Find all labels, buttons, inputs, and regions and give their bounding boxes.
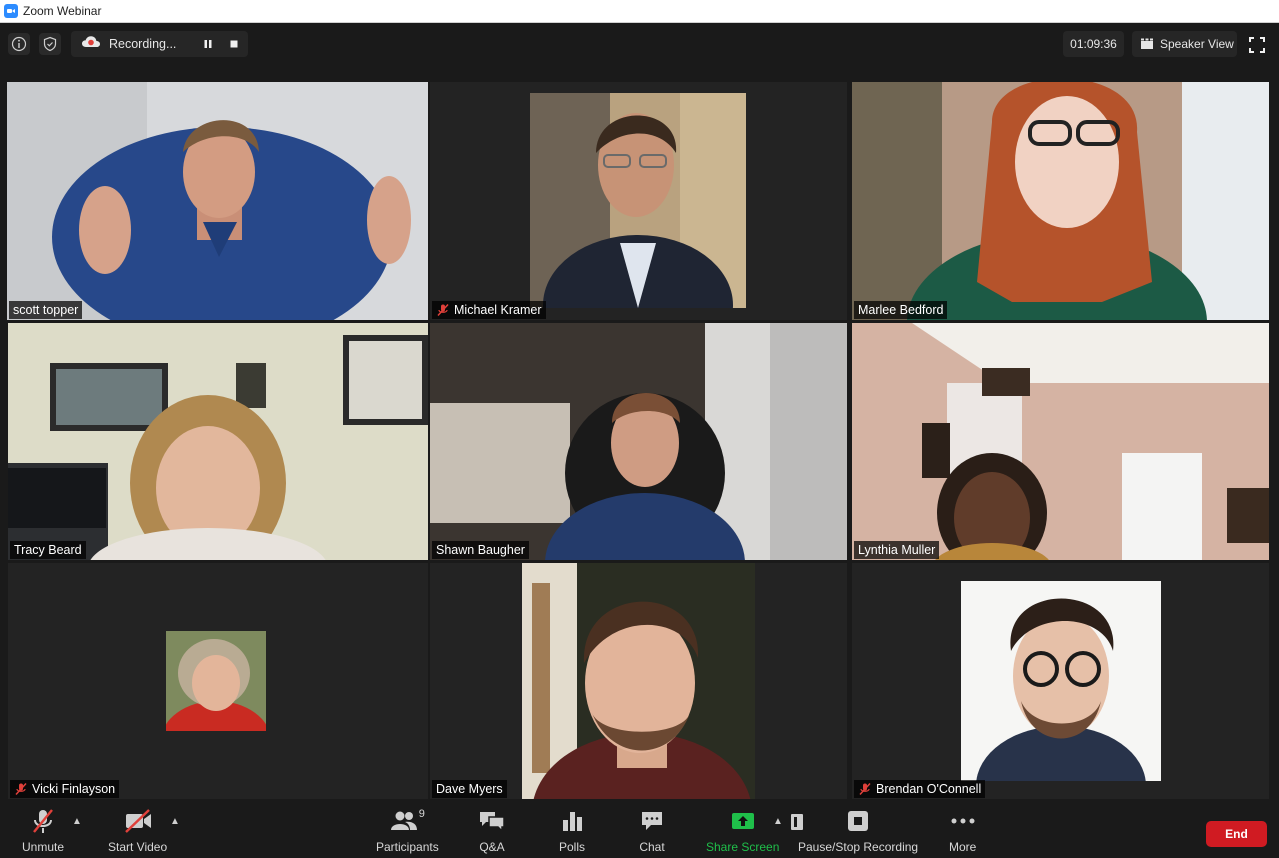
security-shield-icon[interactable] xyxy=(39,33,61,55)
top-toolbar: Recording... 01:09:36 Speaker View xyxy=(0,23,1279,65)
more-icon xyxy=(950,806,976,836)
polls-label: Polls xyxy=(559,840,586,854)
more-label: More xyxy=(949,840,977,854)
muted-mic-icon xyxy=(859,782,871,796)
share-screen-label: Share Screen xyxy=(706,840,780,854)
participant-name: Shawn Baugher xyxy=(436,543,525,557)
chat-label: Chat xyxy=(639,840,665,854)
participant-name: Brendan O'Connell xyxy=(876,782,982,796)
more-button[interactable]: More xyxy=(949,806,976,854)
participant-video xyxy=(852,82,1269,320)
polls-icon xyxy=(560,806,584,836)
video-tile-marlee-bedford[interactable]: Marlee Bedford xyxy=(852,82,1269,320)
participant-video xyxy=(8,323,428,560)
speaker-view-label: Speaker View xyxy=(1160,37,1234,51)
share-screen-icon xyxy=(730,806,756,836)
participant-name-tag: Michael Kramer xyxy=(432,301,546,319)
qa-icon xyxy=(478,806,506,836)
participant-name-tag: Brendan O'Connell xyxy=(854,780,986,798)
participants-icon xyxy=(390,811,417,830)
title-bar: Zoom Webinar xyxy=(0,0,1279,23)
participant-name: Lynthia Muller xyxy=(858,543,936,557)
video-options-caret-icon[interactable]: ▲ xyxy=(170,816,180,827)
window-title: Zoom Webinar xyxy=(23,4,102,18)
participant-name-tag: Vicki Finlayson xyxy=(10,780,120,798)
chat-button[interactable]: Chat xyxy=(639,806,665,854)
participant-video xyxy=(430,323,847,560)
participant-name-tag: Lynthia Muller xyxy=(854,541,940,559)
participant-name: Vicki Finlayson xyxy=(32,782,116,796)
participant-video xyxy=(852,323,1269,560)
bottom-toolbar: Unmute ▲ Start Video ▲ 9 Participants Q&… xyxy=(0,800,1279,858)
polls-button[interactable]: Polls xyxy=(559,806,585,854)
participant-name: Tracy Beard xyxy=(14,543,82,557)
participant-photo xyxy=(961,581,1161,781)
participant-name-tag: Tracy Beard xyxy=(10,541,86,559)
participant-name-tag: Dave Myers xyxy=(432,780,507,798)
zoom-app-icon xyxy=(4,4,18,18)
video-tile-tracy-beard[interactable]: Tracy Beard xyxy=(8,323,428,560)
audio-options-caret-icon[interactable]: ▲ xyxy=(72,816,82,827)
start-video-button[interactable]: Start Video xyxy=(108,806,167,854)
unmute-button[interactable]: Unmute xyxy=(22,806,64,854)
participant-name-tag: Marlee Bedford xyxy=(854,301,948,319)
video-off-icon xyxy=(123,806,153,836)
meeting-timer: 01:09:36 xyxy=(1063,31,1124,57)
video-tile-scott-topper[interactable]: scott topper xyxy=(7,82,428,320)
unmute-label: Unmute xyxy=(22,840,65,854)
share-options-caret-icon[interactable]: ▲ xyxy=(773,816,783,827)
speaker-view-icon xyxy=(1141,38,1153,49)
end-button[interactable]: End xyxy=(1206,821,1267,847)
participant-name: Michael Kramer xyxy=(454,303,542,317)
chat-icon xyxy=(639,806,665,836)
participant-photo xyxy=(530,93,746,308)
video-tile-michael-kramer[interactable]: Michael Kramer xyxy=(430,82,847,320)
participant-name: scott topper xyxy=(13,303,79,317)
participants-icon-wrap: 9 xyxy=(390,806,425,836)
recording-indicator: Recording... xyxy=(71,31,248,57)
recording-control-icon xyxy=(846,806,870,836)
stop-recording-icon[interactable] xyxy=(227,37,241,51)
video-tile-brendan-oconnell[interactable]: Brendan O'Connell xyxy=(852,563,1269,799)
participants-label: Participants xyxy=(376,840,439,854)
recording-status-label: Recording... xyxy=(109,37,177,51)
video-tile-dave-myers[interactable]: Dave Myers xyxy=(430,563,847,799)
participant-video xyxy=(522,563,755,799)
info-icon[interactable] xyxy=(8,33,30,55)
participant-video xyxy=(7,82,428,320)
participant-name: Marlee Bedford xyxy=(858,303,944,317)
qa-button[interactable]: Q&A xyxy=(478,806,506,854)
video-tile-shawn-baugher[interactable]: Shawn Baugher xyxy=(430,323,847,560)
start-video-label: Start Video xyxy=(108,840,168,854)
muted-mic-icon xyxy=(437,303,449,317)
muted-mic-icon xyxy=(15,782,27,796)
qa-label: Q&A xyxy=(479,840,505,854)
pause-recording-icon[interactable] xyxy=(201,37,215,51)
video-tile-vicki-finlayson[interactable]: Vicki Finlayson xyxy=(8,563,428,799)
video-tile-lynthia-muller[interactable]: Lynthia Muller xyxy=(852,323,1269,560)
participant-photo xyxy=(166,631,266,731)
participant-name-tag: Shawn Baugher xyxy=(432,541,529,559)
pause-stop-recording-label: Pause/Stop Recording xyxy=(798,840,919,854)
cloud-recording-icon xyxy=(81,35,101,54)
participant-name-tag: scott topper xyxy=(9,301,83,319)
pause-stop-recording-button[interactable]: Pause/Stop Recording xyxy=(798,806,918,854)
participants-count: 9 xyxy=(418,808,425,820)
participant-name: Dave Myers xyxy=(436,782,503,796)
muted-mic-icon xyxy=(30,806,56,836)
share-screen-button[interactable]: Share Screen xyxy=(706,806,779,854)
speaker-view-button[interactable]: Speaker View xyxy=(1132,31,1237,57)
fullscreen-icon[interactable] xyxy=(1247,35,1267,55)
participants-button[interactable]: 9 Participants xyxy=(376,806,439,854)
